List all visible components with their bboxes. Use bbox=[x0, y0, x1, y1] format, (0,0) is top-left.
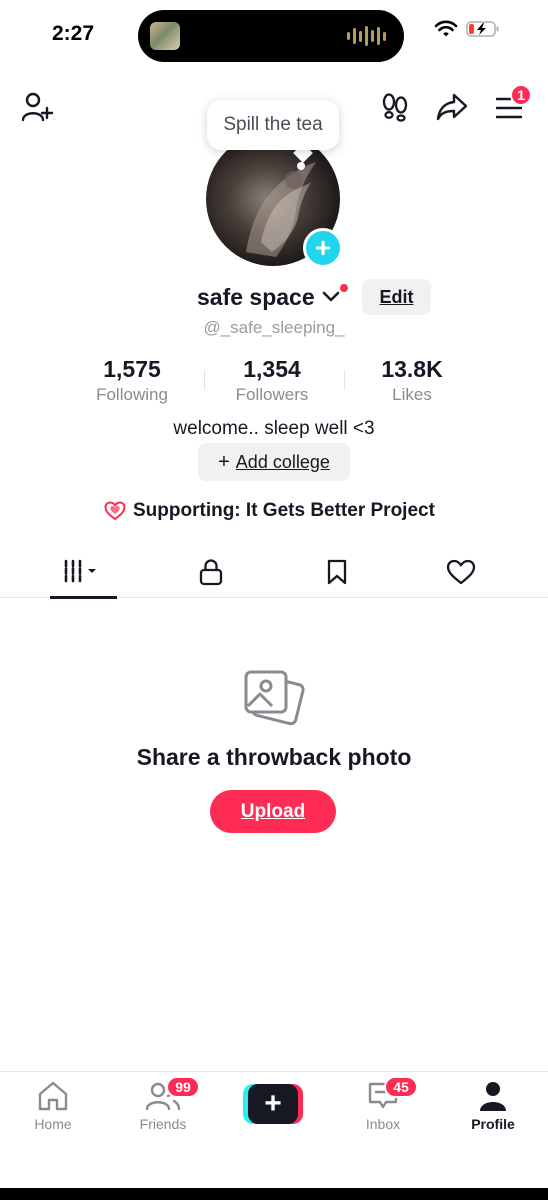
status-bar: 2:27 bbox=[0, 0, 548, 68]
plus-icon: + bbox=[218, 450, 230, 473]
stat-likes[interactable]: 13.8K Likes bbox=[342, 356, 482, 405]
status-note-text: Spill the tea bbox=[223, 114, 323, 135]
now-playing-thumbnail bbox=[150, 22, 180, 50]
create-plus-icon: + bbox=[248, 1084, 298, 1124]
tab-private[interactable] bbox=[186, 546, 236, 598]
profile-icon bbox=[480, 1082, 506, 1111]
followers-label: Followers bbox=[235, 385, 309, 404]
inbox-badge: 45 bbox=[384, 1076, 418, 1098]
share-arrow-icon bbox=[436, 93, 468, 121]
nav-inbox-label: Inbox bbox=[365, 1116, 401, 1132]
home-icon bbox=[38, 1081, 68, 1111]
nav-home[interactable]: Home bbox=[8, 1080, 98, 1132]
upload-button[interactable]: Upload bbox=[210, 790, 336, 833]
add-college-label: Add college bbox=[235, 451, 330, 472]
battery-charging-icon bbox=[466, 21, 499, 37]
likes-label: Likes bbox=[392, 385, 432, 404]
edit-profile-button[interactable]: Edit bbox=[362, 279, 431, 315]
chevron-down-icon[interactable] bbox=[322, 290, 340, 304]
add-friend-button[interactable] bbox=[20, 90, 54, 124]
tab-favorites[interactable] bbox=[312, 546, 362, 598]
active-tab-indicator bbox=[50, 596, 117, 599]
nav-inbox[interactable]: 45 Inbox bbox=[338, 1076, 428, 1132]
bubble-dot bbox=[297, 162, 305, 170]
following-count: 1,575 bbox=[103, 356, 161, 382]
profile-stats: 1,575 Following 1,354 Followers 13.8K Li… bbox=[62, 356, 482, 406]
bookmark-icon bbox=[327, 559, 347, 585]
create-button[interactable]: + bbox=[243, 1084, 303, 1124]
profile-tabs bbox=[0, 546, 548, 599]
add-story-button[interactable]: + bbox=[303, 228, 343, 268]
status-note-bubble[interactable]: Spill the tea bbox=[207, 100, 339, 150]
bottom-nav: Home 99 Friends + 45 Inbox Profile bbox=[0, 1071, 548, 1179]
stat-following[interactable]: 1,575 Following bbox=[62, 356, 202, 405]
nav-profile[interactable]: Profile bbox=[448, 1080, 538, 1132]
nav-friends-label: Friends bbox=[139, 1116, 187, 1132]
grid-icon bbox=[64, 559, 96, 583]
following-label: Following bbox=[96, 385, 168, 404]
home-indicator-bar bbox=[0, 1188, 548, 1200]
audio-waveform-icon bbox=[347, 25, 386, 47]
nav-home-label: Home bbox=[34, 1116, 72, 1132]
status-time: 2:27 bbox=[52, 22, 95, 45]
menu-button[interactable]: 1 bbox=[496, 84, 532, 120]
username: @_safe_sleeping_ bbox=[203, 318, 345, 337]
photos-empty-icon bbox=[242, 666, 306, 735]
supporting-nonprofit[interactable]: Supporting: It Gets Better Project bbox=[104, 500, 435, 522]
display-name[interactable]: safe space bbox=[197, 284, 315, 311]
bio: welcome.. sleep well <3 bbox=[173, 418, 375, 439]
tab-liked[interactable] bbox=[436, 546, 486, 598]
footprint-icon bbox=[382, 93, 408, 122]
heart-badge-icon bbox=[104, 501, 126, 521]
footprints-button[interactable] bbox=[380, 92, 410, 122]
name-row: safe space bbox=[0, 282, 548, 314]
lock-icon bbox=[199, 559, 223, 586]
friends-badge: 99 bbox=[166, 1076, 200, 1098]
account-switch-dot bbox=[340, 284, 348, 292]
add-college-button[interactable]: + Add college bbox=[198, 443, 350, 481]
nav-friends[interactable]: 99 Friends bbox=[118, 1076, 208, 1132]
share-profile-button[interactable] bbox=[436, 92, 468, 122]
tab-videos-grid[interactable] bbox=[50, 546, 117, 599]
stat-followers[interactable]: 1,354 Followers bbox=[202, 356, 342, 405]
empty-state-title: Share a throwback photo bbox=[136, 744, 412, 770]
status-icons bbox=[434, 20, 500, 38]
heart-icon bbox=[446, 559, 476, 585]
followers-count: 1,354 bbox=[243, 356, 301, 382]
likes-count: 13.8K bbox=[381, 356, 443, 382]
wifi-icon bbox=[434, 20, 458, 37]
dynamic-island[interactable] bbox=[138, 10, 404, 62]
nav-profile-label: Profile bbox=[471, 1116, 515, 1132]
add-person-icon bbox=[21, 92, 54, 122]
supporting-label: Supporting: It Gets Better Project bbox=[133, 500, 435, 521]
menu-notification-badge: 1 bbox=[510, 84, 532, 106]
